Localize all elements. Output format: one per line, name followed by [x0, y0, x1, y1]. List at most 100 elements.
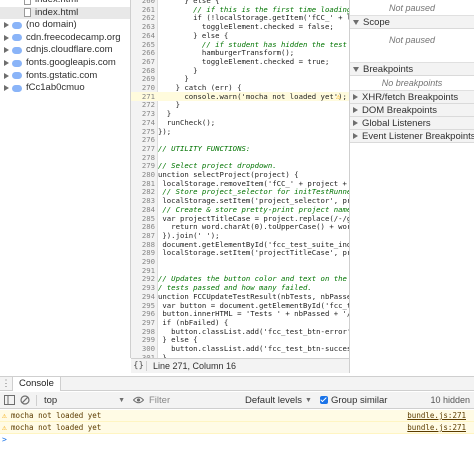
console-warning-message[interactable]: ⚠ mocha not loaded yet bundle.js:271 [0, 422, 474, 434]
tree-item[interactable]: cdnjs.cloudflare.com [0, 44, 130, 56]
scope-section-header[interactable]: Scope [350, 16, 474, 29]
code-line[interactable]: 269 } [131, 74, 349, 83]
code-line[interactable]: 276 [131, 135, 349, 144]
line-number[interactable]: 300 [131, 344, 155, 353]
code-line[interactable]: 287 }).join(' '); [131, 231, 349, 240]
line-number[interactable]: 280 [131, 170, 155, 179]
code-line[interactable]: 281 localStorage.removeItem('fCC_' + pro… [131, 179, 349, 188]
line-number[interactable]: 291 [131, 266, 155, 275]
group-similar-checkbox[interactable]: Group similar [319, 395, 387, 406]
source-link[interactable]: bundle.js:271 [407, 410, 466, 422]
line-number[interactable]: 288 [131, 240, 155, 249]
log-levels-select[interactable]: Default levels ▼ [245, 395, 312, 406]
code-line[interactable]: 278 [131, 153, 349, 162]
line-number[interactable]: 295 [131, 301, 155, 310]
collapsed-section-header[interactable]: Event Listener Breakpoints [350, 130, 474, 143]
code-line[interactable]: 263 toggleElement.checked = false; [131, 22, 349, 31]
code-line[interactable]: 297 if (nbFailed) { [131, 318, 349, 327]
line-number[interactable]: 278 [131, 153, 155, 162]
code-line[interactable]: 282 // Store project_selector for initTe… [131, 187, 349, 196]
code-line[interactable]: 298 button.classList.add('fcc_test_btn-e… [131, 327, 349, 336]
tree-item[interactable]: fCc1ab0cmuo [0, 82, 130, 94]
console-empty-area[interactable] [0, 446, 474, 467]
line-number[interactable]: 273 [131, 109, 155, 118]
tree-item[interactable]: (no domain) [0, 19, 130, 31]
code-line[interactable]: 268 } [131, 66, 349, 75]
code-line[interactable]: 285 var projectTitleCase = project.repla… [131, 214, 349, 223]
expand-triangle-icon[interactable] [4, 47, 9, 54]
line-number[interactable]: 264 [131, 31, 155, 40]
line-number[interactable]: 263 [131, 22, 155, 31]
collapsed-section-header[interactable]: Global Listeners [350, 117, 474, 130]
line-number[interactable]: 293 [131, 283, 155, 292]
tab-console[interactable]: Console [12, 376, 61, 391]
code-line[interactable]: 292// Updates the button color and text … [131, 274, 349, 283]
code-line[interactable]: 272 } [131, 100, 349, 109]
line-number[interactable]: 281 [131, 179, 155, 188]
tree-item[interactable]: cdn.freecodecamp.org [0, 32, 130, 44]
code-line[interactable]: 280 unction selectProject(project) { [131, 170, 349, 179]
line-number[interactable]: 298 [131, 327, 155, 336]
code-line[interactable]: 291 [131, 266, 349, 275]
code-line[interactable]: 293/ tests passed and how many failed. [131, 283, 349, 292]
context-select[interactable]: top ▼ [41, 394, 129, 407]
line-number[interactable]: 277 [131, 144, 155, 153]
expand-triangle-icon[interactable] [4, 60, 9, 66]
expand-triangle-icon[interactable] [4, 34, 9, 41]
code-line[interactable]: 261 // if this is the first time loading… [131, 5, 349, 14]
console-warning-message[interactable]: ⚠ mocha not loaded yet bundle.js:271 [0, 410, 474, 422]
collapsed-section-header[interactable]: DOM Breakpoints [350, 104, 474, 117]
code-line[interactable]: 262 if (!localStorage.getItem('fCC_' + l… [131, 13, 349, 22]
code-line[interactable]: 286 return word.charAt(0).toUpperCase() … [131, 222, 349, 231]
code-line[interactable]: 267 toggleElement.checked = true; [131, 57, 349, 66]
tree-item[interactable]: fonts.googleapis.com [0, 57, 130, 69]
tree-item[interactable]: index.html [0, 6, 130, 19]
code-line[interactable]: 270 } catch (err) { [131, 83, 349, 92]
line-number[interactable]: 272 [131, 100, 155, 109]
eye-icon[interactable] [131, 393, 145, 407]
code-line[interactable]: 294 unction FCCUpdateTestResult(nbTests, … [131, 292, 349, 301]
sidebar-toggle-icon[interactable] [2, 393, 16, 407]
line-number[interactable]: 275 [131, 127, 155, 136]
console-filter-input[interactable] [149, 393, 241, 407]
line-number[interactable]: 283 [131, 196, 155, 205]
line-number[interactable]: 284 [131, 205, 155, 214]
line-number[interactable]: 287 [131, 231, 155, 240]
line-number[interactable]: 286 [131, 222, 155, 231]
code-line[interactable]: 277// UTILITY FUNCTIONS: [131, 144, 349, 153]
code-line[interactable]: 289 localStorage.setItem('projectTitleCa… [131, 248, 349, 257]
code-line[interactable]: 288 document.getElementById('fcc_test_su… [131, 240, 349, 249]
code-line[interactable]: 296 button.innerHTML = 'Tests ' + nbPass… [131, 309, 349, 318]
collapsed-section-header[interactable]: XHR/fetch Breakpoints [350, 91, 474, 104]
line-number[interactable]: 269 [131, 74, 155, 83]
line-number[interactable]: 279 [131, 161, 155, 170]
code-line[interactable]: 283 localStorage.setItem('project_select… [131, 196, 349, 205]
code-line[interactable]: 284 // Create & store pretty-print proje… [131, 205, 349, 214]
line-number[interactable]: 294 [131, 292, 155, 301]
drawer-menu-icon[interactable]: ⋮ [0, 378, 12, 389]
code-line[interactable]: 299 } else { [131, 335, 349, 344]
line-number[interactable]: 282 [131, 187, 155, 196]
line-number[interactable]: 266 [131, 48, 155, 57]
expand-triangle-icon[interactable] [4, 85, 9, 92]
line-number[interactable]: 276 [131, 135, 155, 144]
expand-triangle-icon[interactable] [4, 72, 9, 79]
line-number[interactable]: 297 [131, 318, 155, 327]
console-prompt[interactable]: > [0, 434, 474, 446]
line-number[interactable]: 268 [131, 66, 155, 75]
line-number[interactable]: 299 [131, 335, 155, 344]
line-number[interactable]: 292 [131, 274, 155, 283]
code-editor[interactable]: 260 } else {261 // if this is the first … [131, 0, 349, 358]
tree-item[interactable]: fonts.gstatic.com [0, 70, 130, 82]
code-line[interactable]: 275}); [131, 127, 349, 136]
code-line[interactable]: 264 } else { [131, 31, 349, 40]
tree-item[interactable]: index.html [0, 0, 130, 6]
line-number[interactable]: 261 [131, 5, 155, 14]
source-link[interactable]: bundle.js:271 [407, 422, 466, 434]
line-number[interactable]: 267 [131, 57, 155, 66]
line-number[interactable]: 270 [131, 83, 155, 92]
code-line[interactable]: 290 [131, 257, 349, 266]
code-line[interactable]: 266 hamburgerTransform(); [131, 48, 349, 57]
code-line[interactable]: 274 runCheck(); [131, 118, 349, 127]
line-number[interactable]: 290 [131, 257, 155, 266]
